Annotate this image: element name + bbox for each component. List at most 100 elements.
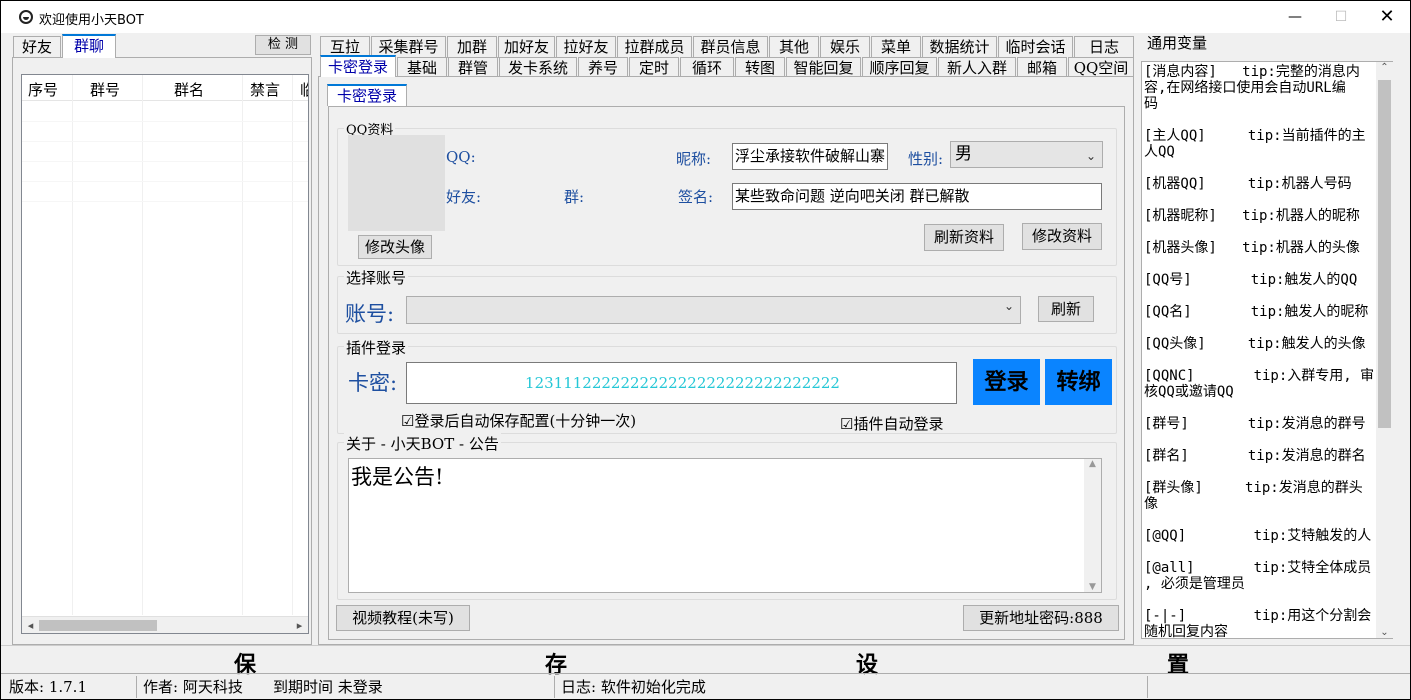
scroll-left-icon[interactable]: ◂ (22, 617, 39, 633)
tab-friends[interactable]: 好友 (13, 36, 61, 58)
tab-log[interactable]: 日志 (1074, 36, 1134, 58)
variable-line: [群名] tip:发消息的群名 (1144, 448, 1366, 464)
announcement-text[interactable]: 我是公告! ▲ ▼ (348, 458, 1102, 593)
variable-line: [机器昵称] tip:机器人的昵称 (1144, 208, 1360, 224)
column-header[interactable]: 群名 (174, 79, 204, 100)
variable-item[interactable]: [@all] tip:艾特全体成员, 必须是管理员 (1144, 560, 1372, 592)
column-header[interactable]: 禁言 (250, 79, 280, 100)
column-header[interactable]: 群号 (90, 79, 120, 100)
window-title: 欢迎使用小天BOT (39, 13, 144, 28)
avatar (348, 135, 445, 231)
tab-join-group[interactable]: 加群 (447, 36, 497, 58)
edit-profile-button[interactable]: 修改资料 (1022, 223, 1102, 250)
variable-item[interactable]: [群名] tip:发消息的群名 (1144, 448, 1372, 464)
variable-item[interactable]: [消息内容] tip:完整的消息内 容,在网络接口使用会自动URL编码 (1144, 64, 1372, 112)
variable-item[interactable]: [主人QQ] tip:当前插件的主 人QQ (1144, 128, 1372, 160)
autosave-checkbox[interactable]: ☑登录后自动保存配置(十分钟一次) (401, 410, 636, 431)
chevron-down-icon: ⌄ (1085, 149, 1096, 163)
inner-tab-card-login[interactable]: 卡密登录 (327, 84, 407, 106)
variable-item[interactable]: [QQNC] tip:入群专用, 审核QQ或邀请QQ (1144, 368, 1374, 400)
close-button[interactable]: ✕ (1364, 1, 1410, 33)
refresh-profile-button[interactable]: 刷新资料 (924, 224, 1004, 251)
variable-line: [-|-] tip:用这个分割会 (1144, 608, 1372, 624)
expire-text: 到期时间 未登录 (273, 678, 383, 696)
signature-field[interactable]: 某些致命问题 逆向吧关闭 群已解散 (732, 183, 1102, 210)
scroll-up-icon[interactable]: ▲ (1084, 459, 1101, 469)
tab-pull-members[interactable]: 拉群成员 (617, 36, 692, 58)
variable-item[interactable]: [机器昵称] tip:机器人的昵称 (1144, 208, 1372, 224)
column-header[interactable]: 临 (300, 79, 308, 100)
checkbox-checked-icon: ☑ (401, 412, 415, 430)
refresh-account-button[interactable]: 刷新 (1038, 296, 1094, 322)
detect-button[interactable]: 检 测 (255, 35, 311, 55)
nickname-label: 昵称: (676, 150, 712, 168)
variable-item[interactable]: [群号] tip:发消息的群号 (1144, 416, 1372, 432)
tab-entertainment[interactable]: 娱乐 (820, 36, 870, 58)
horizontal-scrollbar[interactable]: ◂ ▸ (22, 616, 308, 633)
card-key-label: 卡密: (348, 371, 398, 395)
variable-item[interactable]: [机器头像] tip:机器人的头像 (1144, 240, 1372, 256)
divider (554, 676, 555, 698)
tab-statistics[interactable]: 数据统计 (922, 36, 997, 58)
variable-line: 随机回复内容 (1144, 624, 1228, 638)
variable-line: [机器QQ] tip:机器人号码 (1144, 176, 1352, 192)
vertical-scrollbar[interactable]: ⌃ ⌄ (1376, 62, 1393, 638)
gender-select[interactable]: 男 ⌄ (950, 141, 1103, 168)
signature-label: 签名: (678, 188, 714, 206)
variable-item[interactable]: [-|-] tip:用这个分割会 随机回复内容 (1144, 608, 1372, 638)
variable-line: 核QQ或邀请QQ (1144, 384, 1234, 400)
minimize-button[interactable]: — (1272, 1, 1318, 33)
variable-line: [QQ头像] tip:触发人的头像 (1144, 336, 1366, 352)
scroll-right-icon[interactable]: ▸ (291, 617, 308, 633)
gender-value: 男 (955, 144, 972, 164)
version-text: 版本: 1.7.1 (9, 678, 87, 696)
column-divider (292, 75, 293, 615)
maximize-button[interactable]: ☐ (1318, 1, 1364, 33)
group-list-panel: 序号 群号 群名 禁言 临 ◂ ▸ (12, 57, 312, 645)
scroll-down-icon[interactable]: ▼ (1084, 582, 1101, 592)
update-address-button[interactable]: 更新地址密码:888 (963, 605, 1119, 631)
variable-item[interactable]: [@QQ] tip:艾特触发的人 (1144, 528, 1372, 544)
rebind-button[interactable]: 转绑 (1045, 359, 1112, 405)
tab-member-info[interactable]: 群员信息 (693, 36, 768, 58)
autologin-checkbox[interactable]: ☑插件自动登录 (840, 413, 943, 434)
account-label: 账号: (345, 302, 395, 326)
card-key-field[interactable]: 123111222222222222222222222222222 (406, 362, 957, 404)
account-select[interactable]: ⌄ (406, 296, 1021, 324)
row-divider (22, 201, 308, 202)
variable-line: [群号] tip:发消息的群号 (1144, 416, 1366, 432)
scroll-up-icon[interactable]: ⌃ (1376, 62, 1393, 73)
variables-container: [消息内容] tip:完整的消息内 容,在网络接口使用会自动URL编码 [主人QQ]… (1142, 62, 1376, 638)
scrollbar-thumb[interactable] (39, 620, 157, 631)
change-avatar-button[interactable]: 修改头像 (358, 235, 432, 259)
tab-temp-chat[interactable]: 临时会话 (998, 36, 1073, 58)
variable-item[interactable]: [QQ头像] tip:触发人的头像 (1144, 336, 1372, 352)
scroll-down-icon[interactable]: ⌄ (1376, 627, 1393, 638)
plugin-login-label: 插件登录 (344, 337, 409, 358)
variable-item[interactable]: [群头像] tip:发消息的群头像 (1144, 480, 1372, 512)
variable-item[interactable]: [QQ名] tip:触发人的昵称 (1144, 304, 1372, 320)
plugin-login-group: 插件登录 卡密: 1231112222222222222222222222222… (337, 337, 1117, 434)
tab-pull-friend[interactable]: 拉好友 (556, 36, 616, 58)
nickname-field[interactable]: 浮尘承接软件破解山寨 (732, 143, 888, 170)
vertical-scrollbar[interactable]: ▲ ▼ (1084, 459, 1101, 592)
tab-card-login[interactable]: 卡密登录 (320, 55, 396, 77)
variable-item[interactable]: [机器QQ] tip:机器人号码 (1144, 176, 1372, 192)
variables-list[interactable]: [消息内容] tip:完整的消息内 容,在网络接口使用会自动URL编码 [主人QQ]… (1141, 61, 1393, 639)
save-settings-button[interactable]: 保 存 设 置 (1, 645, 1410, 678)
autosave-label: 登录后自动保存配置(十分钟一次) (414, 412, 637, 430)
group-table[interactable]: 序号 群号 群名 禁言 临 ◂ ▸ (21, 74, 309, 634)
tab-other[interactable]: 其他 (769, 36, 819, 58)
variable-item[interactable]: [QQ号] tip:触发人的QQ (1144, 272, 1372, 288)
login-button[interactable]: 登录 (973, 359, 1040, 405)
divider (1147, 676, 1148, 698)
video-tutorial-button[interactable]: 视频教程(未写) (336, 605, 470, 631)
scrollbar-thumb[interactable] (1378, 80, 1391, 428)
column-divider (72, 75, 73, 615)
column-header[interactable]: 序号 (28, 79, 58, 100)
tab-add-friend[interactable]: 加好友 (498, 36, 555, 58)
tab-menu[interactable]: 菜单 (871, 36, 921, 58)
card-login-content: QQ资料 QQ: 好友: 群: 昵称: 浮尘承接软件破解山寨 性别: 男 ⌄ 签… (328, 106, 1125, 640)
main-window: 欢迎使用小天BOT — ☐ ✕ 好友 群聊 检 测 序号 群号 群名 禁言 临 (0, 0, 1411, 700)
tab-groups[interactable]: 群聊 (62, 34, 116, 58)
